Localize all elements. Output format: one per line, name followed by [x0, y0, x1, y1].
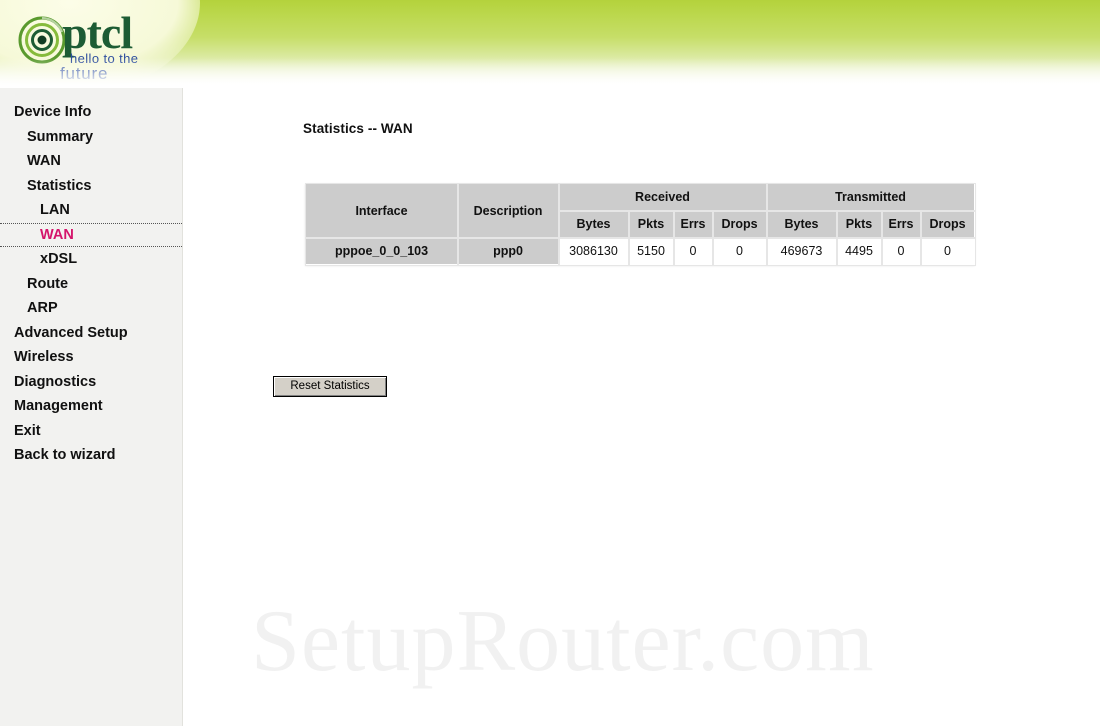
cell-transmitted-errs: 0: [880, 236, 922, 266]
sidebar-item-back-to-wizard[interactable]: Back to wizard: [0, 443, 182, 468]
cell-interface: pppoe_0_0_103: [304, 236, 459, 266]
sidebar-item-arp[interactable]: ARP: [0, 296, 182, 321]
column-header-received-errs: Errs: [672, 209, 714, 239]
column-header-transmitted-drops: Drops: [919, 209, 976, 239]
cell-received-bytes: 3086130: [557, 236, 630, 266]
site-watermark: SetupRouter.com: [251, 593, 875, 690]
column-header-transmitted-bytes: Bytes: [765, 209, 838, 239]
banner-bottom-fade: [0, 58, 1100, 88]
reset-statistics-button[interactable]: Reset Statistics: [273, 376, 387, 397]
column-header-transmitted-errs: Errs: [880, 209, 922, 239]
column-group-header-received: Received: [557, 182, 768, 212]
column-header-received-drops: Drops: [711, 209, 768, 239]
sidebar-item-management[interactable]: Management: [0, 394, 182, 419]
sidebar-item-device-info[interactable]: Device Info: [0, 100, 182, 125]
column-header-received-pkts: Pkts: [627, 209, 675, 239]
sidebar-item-lan[interactable]: LAN: [0, 198, 182, 223]
sidebar-item-wan[interactable]: WAN: [0, 222, 182, 247]
sidebar-item-diagnostics[interactable]: Diagnostics: [0, 370, 182, 395]
column-header-description: Description: [456, 182, 560, 239]
cell-received-pkts: 5150: [627, 236, 675, 266]
column-group-header-transmitted: Transmitted: [765, 182, 976, 212]
sidebar-item-exit[interactable]: Exit: [0, 419, 182, 444]
cell-transmitted-drops: 0: [919, 236, 976, 266]
column-header-interface: Interface: [304, 182, 459, 239]
cell-transmitted-bytes: 469673: [765, 236, 838, 266]
sidebar-item-advanced-setup[interactable]: Advanced Setup: [0, 321, 182, 346]
sidebar-navigation: Device Info Summary WAN Statistics LAN WAN xDS…: [0, 88, 183, 726]
logo-brand-text: ptcl: [62, 7, 133, 58]
cell-transmitted-pkts: 4495: [835, 236, 883, 266]
main-content: Statistics -- WAN Interface Description …: [183, 88, 1100, 726]
page-title: Statistics -- WAN: [303, 121, 413, 136]
sidebar-item-statistics[interactable]: Statistics: [0, 174, 182, 199]
cell-received-drops: 0: [711, 236, 768, 266]
column-header-transmitted-pkts: Pkts: [835, 209, 883, 239]
table-group-header-row: Interface Description Received Transmitt…: [304, 182, 976, 239]
sidebar-item-wireless[interactable]: Wireless: [0, 345, 182, 370]
cell-description: ppp0: [456, 236, 560, 266]
ptcl-spiral-eye-icon: [18, 16, 66, 64]
sidebar-item-route[interactable]: Route: [0, 272, 182, 297]
table-row: pppoe_0_0_103 ppp0 3086130 5150 0 0 469673 4495…: [304, 236, 976, 266]
sidebar-item-summary[interactable]: Summary: [0, 125, 182, 150]
cell-received-errs: 0: [672, 236, 714, 266]
header-banner: ptcl hello to the future: [0, 0, 1100, 88]
wan-statistics-table: Interface Description Received Transmitt…: [304, 182, 976, 266]
sidebar-item-xdsl[interactable]: xDSL: [0, 247, 182, 272]
column-header-received-bytes: Bytes: [557, 209, 630, 239]
sidebar-item-wan[interactable]: WAN: [0, 149, 182, 174]
